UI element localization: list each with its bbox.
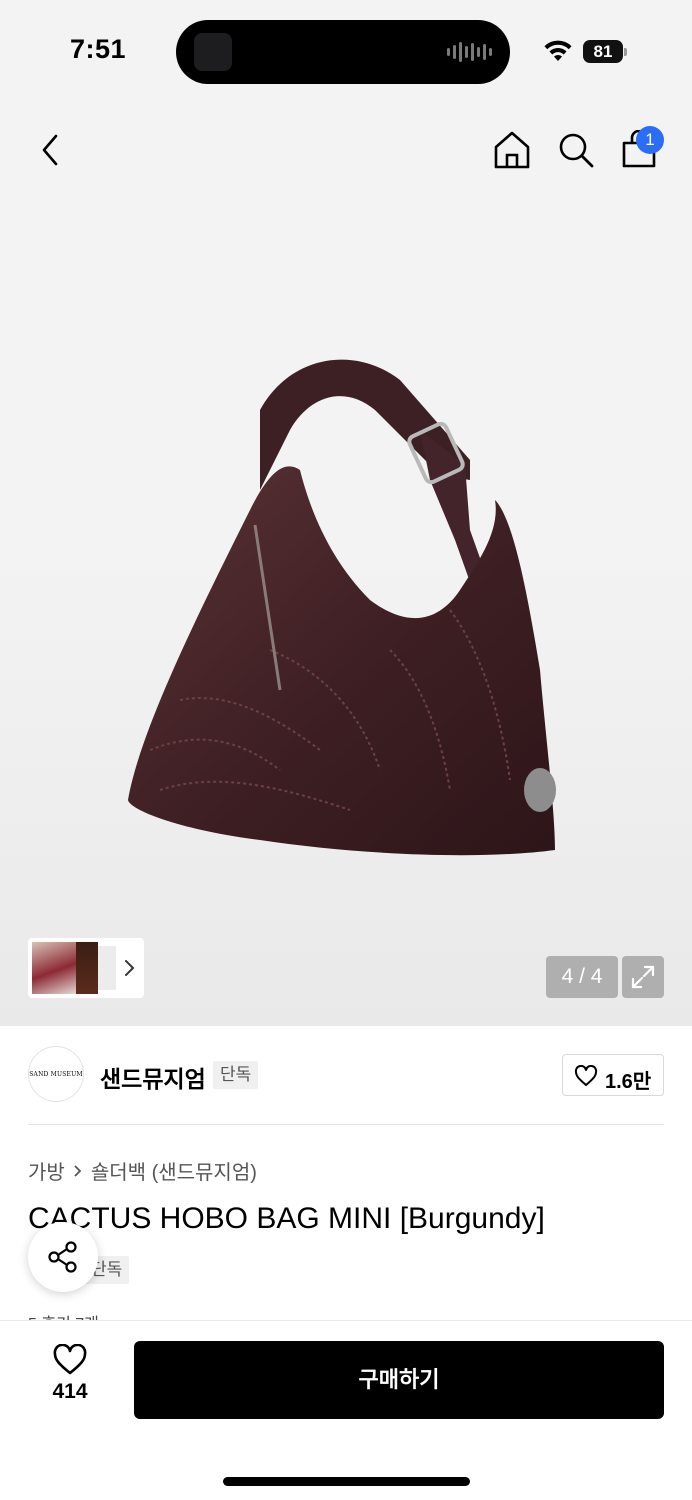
thumbnail-1[interactable] xyxy=(32,942,76,994)
image-pager: 4 / 4 xyxy=(546,956,618,998)
brand-logo[interactable]: SAND MUSEUM xyxy=(28,1046,84,1102)
back-arrow-icon[interactable] xyxy=(32,130,68,170)
battery-icon: 81 xyxy=(583,40,627,63)
thumbnail-strip[interactable] xyxy=(28,938,144,998)
expand-icon xyxy=(631,965,655,989)
search-icon[interactable] xyxy=(556,130,596,170)
wishlist-button[interactable]: 414 xyxy=(40,1344,100,1404)
brand-like-button[interactable]: 1.6만 xyxy=(562,1054,664,1096)
home-icon[interactable] xyxy=(492,130,532,170)
dynamic-island xyxy=(176,20,510,84)
brand-exclusive-tag: 단독 xyxy=(213,1061,259,1089)
audio-wave-icon xyxy=(447,41,492,63)
island-thumbnail xyxy=(194,33,232,71)
rating-summary: 5 후기 7개 xyxy=(28,1310,168,1320)
share-icon xyxy=(48,1241,77,1273)
rating-text: 5 후기 7개 xyxy=(28,1310,168,1320)
expand-button[interactable] xyxy=(622,956,664,998)
breadcrumb-category[interactable]: 가방 xyxy=(28,1156,65,1185)
product-title: CACTUS HOBO BAG MINI [Burgundy] xyxy=(28,1202,545,1235)
heart-icon xyxy=(53,1344,87,1375)
chevron-right-icon[interactable] xyxy=(124,958,136,978)
cart-count-badge: 1 xyxy=(636,126,664,154)
brand-like-count: 1.6만 xyxy=(605,1071,652,1093)
battery-level: 81 xyxy=(593,42,613,61)
brand-name[interactable]: 샌드뮤지엄 xyxy=(100,1060,206,1094)
wifi-icon xyxy=(544,40,572,61)
breadcrumb-subcategory[interactable]: 숄더백 (샌드뮤지엄) xyxy=(91,1156,257,1185)
divider xyxy=(28,1124,664,1125)
status-time: 7:51 xyxy=(70,34,127,64)
wishlist-count: 414 xyxy=(52,1380,88,1403)
home-indicator[interactable] xyxy=(223,1477,470,1486)
heart-icon xyxy=(574,1065,598,1086)
chevron-right-icon xyxy=(74,1164,82,1177)
breadcrumb: 가방 숄더백 (샌드뮤지엄) xyxy=(28,1156,257,1185)
share-button[interactable] xyxy=(28,1222,98,1292)
product-image xyxy=(128,359,556,856)
thumbnail-3[interactable] xyxy=(98,946,116,990)
thumbnail-2[interactable] xyxy=(76,942,98,994)
buy-button[interactable]: 구매하기 xyxy=(134,1341,664,1419)
